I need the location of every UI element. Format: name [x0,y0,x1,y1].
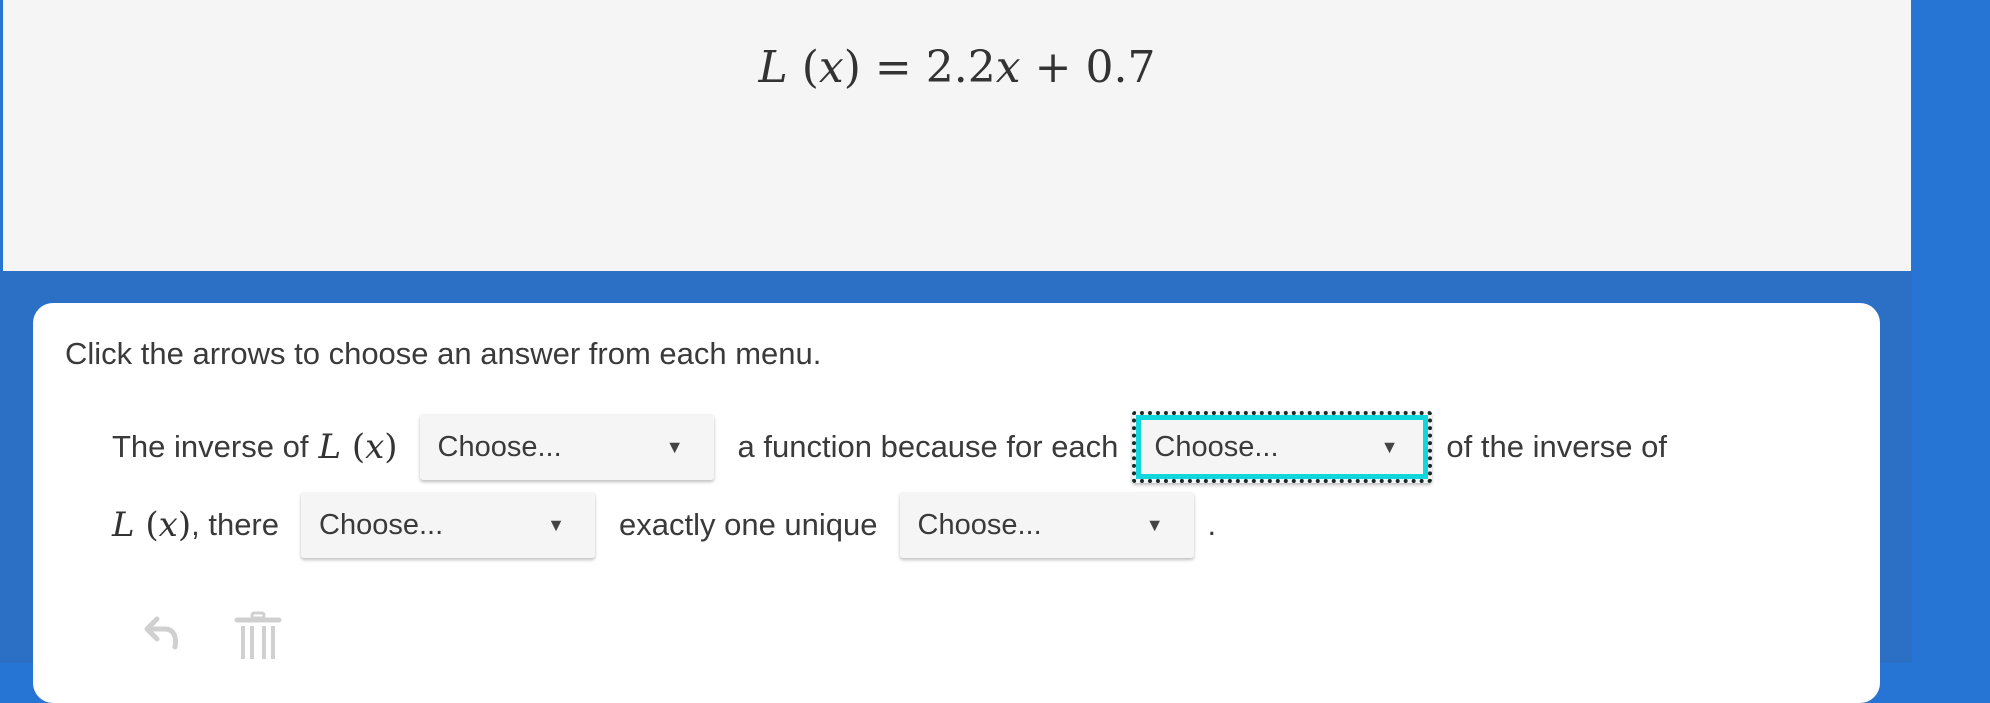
question-stem-panel: L (x) = 2.2x + 0.7 [3,0,1911,271]
sentence-part-1: The inverse of [112,429,309,464]
sentence-part-5: exactly one unique [619,507,878,542]
equation-plus: + [1034,42,1072,93]
sentence-line-2: L (x) , there Choose... ▼ exactly one un… [112,491,1216,559]
equation-constant: 0.7 [1085,42,1156,93]
math-l-of-x: L (x) [112,505,192,545]
answer-toolbar [133,609,283,659]
sentence-part-3: of the inverse of [1446,429,1667,464]
dropdown-3[interactable]: Choose... ▼ [301,492,595,558]
chevron-down-icon: ▼ [665,436,684,457]
dropdown-2[interactable]: Choose... ▼ [1132,411,1433,483]
chevron-down-icon: ▼ [1145,514,1164,535]
dropdown-1-value: Choose... [437,430,562,463]
instruction-text: Click the arrows to choose an answer fro… [65,336,822,371]
dropdown-4[interactable]: Choose... ▼ [899,492,1194,558]
equation-function-name: L [758,42,788,93]
dropdown-3-value: Choose... [319,508,444,541]
answer-card: Click the arrows to choose an answer fro… [33,303,1880,703]
undo-arrow-icon[interactable] [133,609,183,659]
sentence-part-2: a function because for each [737,429,1119,464]
equation-equals: = [874,42,912,93]
sentence-part-4: , there [191,507,279,542]
equation-coefficient: 2.2 [925,42,996,93]
chevron-down-icon: ▼ [1380,436,1399,457]
equation-rhs-variable: x [995,42,1021,93]
sentence-part-6: . [1207,507,1217,542]
dropdown-1[interactable]: Choose... ▼ [419,414,714,480]
trash-icon[interactable] [233,609,283,659]
equation-variable: x [818,42,844,93]
chevron-down-icon: ▼ [547,514,565,535]
dropdown-2-value: Choose... [1154,430,1279,463]
math-l-of-x: L (x) [318,427,398,467]
sentence-line-1: The inverse of L (x) Choose... ▼ a funct… [112,411,1667,483]
equation: L (x) = 2.2x + 0.7 [758,42,1156,93]
dropdown-4-value: Choose... [917,508,1042,541]
